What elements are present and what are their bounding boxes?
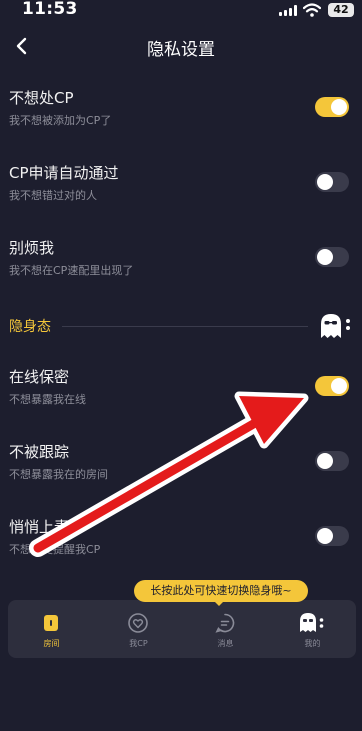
page-title: 隐私设置: [147, 40, 215, 60]
online-secret-toggle[interactable]: [315, 376, 349, 396]
setting-title: 在线保密: [9, 368, 70, 386]
auto-accept-toggle[interactable]: [315, 172, 349, 192]
setting-subtitle: 不想上麦提醒我CP: [9, 543, 101, 556]
setting-title: 不想处CP: [9, 89, 74, 107]
tooltip-text: 长按此处可快速切换隐身哦~: [150, 584, 292, 597]
status-bar: 11:53 42: [0, 0, 362, 22]
message-icon: [215, 613, 235, 633]
setting-title: 别烦我: [9, 239, 55, 257]
battery-indicator: 42: [328, 3, 354, 17]
section-label: 隐身态: [9, 319, 51, 335]
setting-row-online-secret: 在线保密 不想暴露我在线: [0, 366, 362, 430]
setting-subtitle: 不想暴露我在线: [9, 393, 86, 406]
tab-label: 我的: [304, 639, 321, 648]
ghost-icon[interactable]: [318, 312, 352, 340]
invisible-tip-tooltip: 长按此处可快速切换隐身哦~: [134, 580, 308, 606]
divider: [62, 326, 308, 327]
tab-messages[interactable]: 消息: [182, 600, 269, 658]
heart-icon: [128, 613, 148, 633]
bottom-tab-bar: 房间 我CP 消息 我的: [8, 600, 356, 658]
tab-room[interactable]: 房间: [8, 600, 95, 658]
setting-title: 不被跟踪: [9, 443, 70, 461]
tooltip-pointer: [214, 601, 224, 606]
setting-subtitle: 我不想错过对的人: [9, 189, 97, 202]
setting-row-auto-accept: CP申请自动通过 我不想错过对的人: [0, 162, 362, 226]
setting-row-no-tracking: 不被跟踪 不想暴露我在的房间: [0, 441, 362, 505]
invisible-section-header: 隐身态: [0, 309, 362, 343]
tab-me[interactable]: 我的: [269, 600, 356, 658]
setting-row-silent-mic: 悄悄上麦 不想上麦提醒我CP: [0, 516, 362, 580]
tab-label: 房间: [43, 639, 60, 648]
setting-title: CP申请自动通过: [9, 164, 119, 182]
room-icon: [44, 615, 58, 631]
setting-subtitle: 不想暴露我在的房间: [9, 468, 108, 481]
nav-bar: 隐私设置: [0, 30, 362, 62]
setting-row-do-not-disturb: 别烦我 我不想在CP速配里出现了: [0, 237, 362, 301]
no-cp-toggle[interactable]: [315, 97, 349, 117]
tab-label: 消息: [217, 639, 234, 648]
no-tracking-toggle[interactable]: [315, 451, 349, 471]
status-time: 11:53: [22, 0, 78, 19]
setting-subtitle: 我不想在CP速配里出现了: [9, 264, 134, 277]
silent-mic-toggle[interactable]: [315, 526, 349, 546]
wifi-icon: [303, 3, 321, 17]
tab-my-cp[interactable]: 我CP: [95, 600, 182, 658]
setting-title: 悄悄上麦: [9, 518, 70, 536]
setting-row-no-cp: 不想处CP 我不想被添加为CP了: [0, 87, 362, 151]
setting-subtitle: 我不想被添加为CP了: [9, 114, 112, 127]
do-not-disturb-toggle[interactable]: [315, 247, 349, 267]
cellular-signal-icon: [279, 5, 297, 16]
ghost-icon: [300, 613, 324, 632]
tab-label: 我CP: [129, 639, 148, 648]
